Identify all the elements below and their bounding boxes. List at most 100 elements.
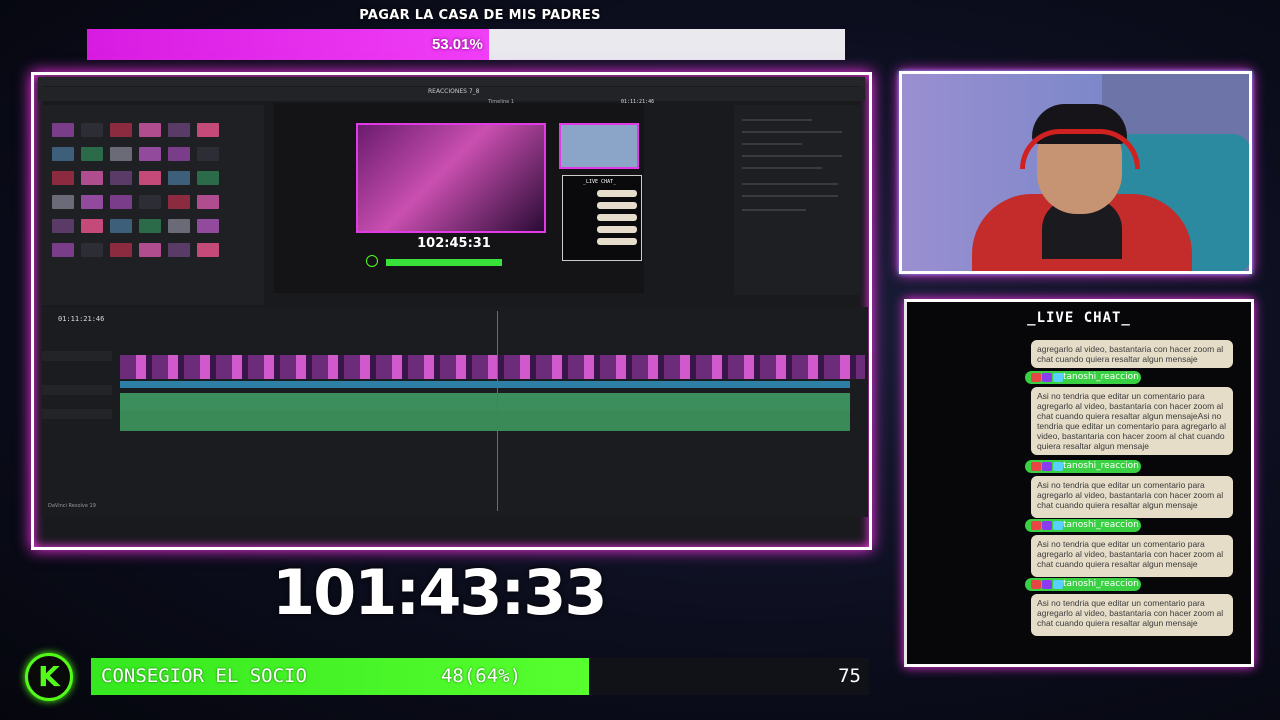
inspector-row[interactable] <box>742 119 812 121</box>
media-pool-thumbnail[interactable] <box>197 195 219 209</box>
preview-timer: 102:45:31 <box>417 236 491 251</box>
media-pool-thumbnail[interactable] <box>110 147 132 161</box>
media-pool-thumbnail[interactable] <box>110 219 132 233</box>
media-pool-thumbnail[interactable] <box>168 171 190 185</box>
broadcaster-badge-icon <box>1031 521 1041 530</box>
subscriber-badge-icon <box>1042 580 1052 589</box>
media-pool-thumbnail[interactable] <box>139 147 161 161</box>
emote-badge-icon <box>1053 521 1063 530</box>
track-header-video[interactable] <box>42 351 112 361</box>
media-pool-thumbnail[interactable] <box>197 219 219 233</box>
media-pool-panel[interactable] <box>42 105 264 305</box>
inspector-row[interactable] <box>742 143 802 145</box>
media-pool-thumbnail[interactable] <box>139 123 161 137</box>
headset-icon <box>1020 129 1140 169</box>
media-pool-thumbnail[interactable] <box>197 123 219 137</box>
audio-clip-track-2[interactable] <box>120 411 850 431</box>
bottom-goal-label: CONSEGIOR EL SOCIO <box>101 665 307 687</box>
media-pool-thumbnail[interactable] <box>110 123 132 137</box>
chat-username-tag: tanoshi_reaccion <box>1025 578 1141 591</box>
media-pool-thumbnail[interactable] <box>52 219 74 233</box>
media-pool-thumbnail[interactable] <box>168 243 190 257</box>
preview-chat-title: _LIVE CHAT_ <box>583 179 617 185</box>
chat-message-list: agregarlo al video, bastantaria con hace… <box>907 302 1251 664</box>
live-chat-panel: _LIVE CHAT_ agregarlo al video, bastanta… <box>904 299 1254 667</box>
preview-webcam <box>559 123 639 169</box>
chat-username: tanoshi_reaccion <box>1063 372 1139 382</box>
chat-username: tanoshi_reaccion <box>1063 579 1139 589</box>
media-pool-thumbnail[interactable] <box>110 243 132 257</box>
media-pool-thumbnail[interactable] <box>81 219 103 233</box>
broadcaster-badge-icon <box>1031 462 1041 471</box>
media-pool-thumbnail[interactable] <box>139 243 161 257</box>
media-pool-thumbnail[interactable] <box>168 219 190 233</box>
bottom-goal-progress-bar: CONSEGIOR EL SOCIO 48(64%) 75 <box>91 658 869 695</box>
timeline-panel[interactable]: 01:11:21:46 DaVinci Resolve 19 <box>42 307 868 517</box>
media-pool-thumbnail[interactable] <box>81 171 103 185</box>
chat-message-bubble: Asi no tendria que editar un comentario … <box>1031 594 1233 636</box>
media-pool-thumbnail[interactable] <box>52 243 74 257</box>
inspector-row[interactable] <box>742 183 838 185</box>
media-pool-thumbnail[interactable] <box>110 195 132 209</box>
media-pool-thumbnail[interactable] <box>52 195 74 209</box>
bottom-goal-target: 75 <box>838 665 861 687</box>
stream-timer: 101:43:33 <box>272 556 608 629</box>
media-pool-thumbnail[interactable] <box>81 123 103 137</box>
media-pool-thumbnail[interactable] <box>168 195 190 209</box>
media-pool-thumbnail[interactable] <box>139 219 161 233</box>
top-goal-progress-bar: 53.01% <box>87 29 845 60</box>
video-clip-track-2[interactable] <box>120 381 850 388</box>
chat-message-bubble: Asi no tendria que editar un comentario … <box>1031 535 1233 577</box>
media-pool-thumbnail[interactable] <box>168 123 190 137</box>
media-pool-thumbnail[interactable] <box>168 147 190 161</box>
kick-k-icon: K <box>38 660 60 693</box>
media-pool-thumbnail[interactable] <box>81 243 103 257</box>
media-pool-thumbnail[interactable] <box>81 147 103 161</box>
editor-menu-bar[interactable] <box>38 77 865 86</box>
media-pool-thumbnail[interactable] <box>139 195 161 209</box>
webcam-frame <box>899 71 1252 274</box>
emote-badge-icon <box>1053 580 1063 589</box>
preview-chat-bubble <box>597 238 637 245</box>
inspector-row[interactable] <box>742 167 822 169</box>
inspector-row[interactable] <box>742 209 806 211</box>
editor-viewer[interactable]: _LIVE CHAT_ 102:45:31 <box>274 103 644 293</box>
inspector-panel[interactable] <box>734 105 862 295</box>
preview-kick-icon <box>366 255 378 267</box>
inspector-row[interactable] <box>742 195 838 197</box>
preview-anime-clip <box>356 123 546 233</box>
chat-message-bubble: agregarlo al video, bastantaria con hace… <box>1031 340 1233 368</box>
media-pool-thumbnail[interactable] <box>110 171 132 185</box>
screen-capture-frame: REACCIONES 7_8 Timeline 1 01:11:21:46 _L… <box>31 72 872 550</box>
preview-progress-bar <box>386 259 502 266</box>
editor-toolbar[interactable]: REACCIONES 7_8 Timeline 1 01:11:21:46 <box>38 87 865 105</box>
broadcaster-badge-icon <box>1031 580 1041 589</box>
chat-username-tag: tanoshi_reaccion <box>1025 371 1141 384</box>
media-pool-thumbnail[interactable] <box>197 171 219 185</box>
top-goal-progress-text: 53.01% <box>431 36 483 53</box>
media-pool-thumbnail[interactable] <box>197 243 219 257</box>
chat-username-tag: tanoshi_reaccion <box>1025 460 1141 473</box>
chat-message-bubble: Asi no tendria que editar un comentario … <box>1031 387 1233 455</box>
subscriber-badge-icon <box>1042 462 1052 471</box>
editor-project-title: REACCIONES 7_8 <box>428 88 480 95</box>
timeline-timecode: 01:11:21:46 <box>58 315 105 323</box>
media-pool-thumbnail[interactable] <box>52 123 74 137</box>
inspector-row[interactable] <box>742 131 842 133</box>
video-clip-track[interactable] <box>120 355 865 379</box>
media-pool-thumbnail[interactable] <box>197 147 219 161</box>
kick-logo-icon: K <box>25 653 73 701</box>
media-pool-thumbnail[interactable] <box>52 147 74 161</box>
timeline-playhead[interactable] <box>497 311 498 511</box>
media-pool-thumbnail[interactable] <box>52 171 74 185</box>
inspector-row[interactable] <box>742 155 842 157</box>
track-header-audio[interactable] <box>42 385 112 395</box>
track-header-audio[interactable] <box>42 409 112 419</box>
media-pool-thumbnail[interactable] <box>139 171 161 185</box>
media-pool-thumbnail[interactable] <box>81 195 103 209</box>
emote-badge-icon <box>1053 373 1063 382</box>
preview-chat-bubble <box>597 226 637 233</box>
preview-chat-bubble <box>597 202 637 209</box>
preview-chat: _LIVE CHAT_ <box>562 175 642 261</box>
chat-username-tag: tanoshi_reaccion <box>1025 519 1141 532</box>
